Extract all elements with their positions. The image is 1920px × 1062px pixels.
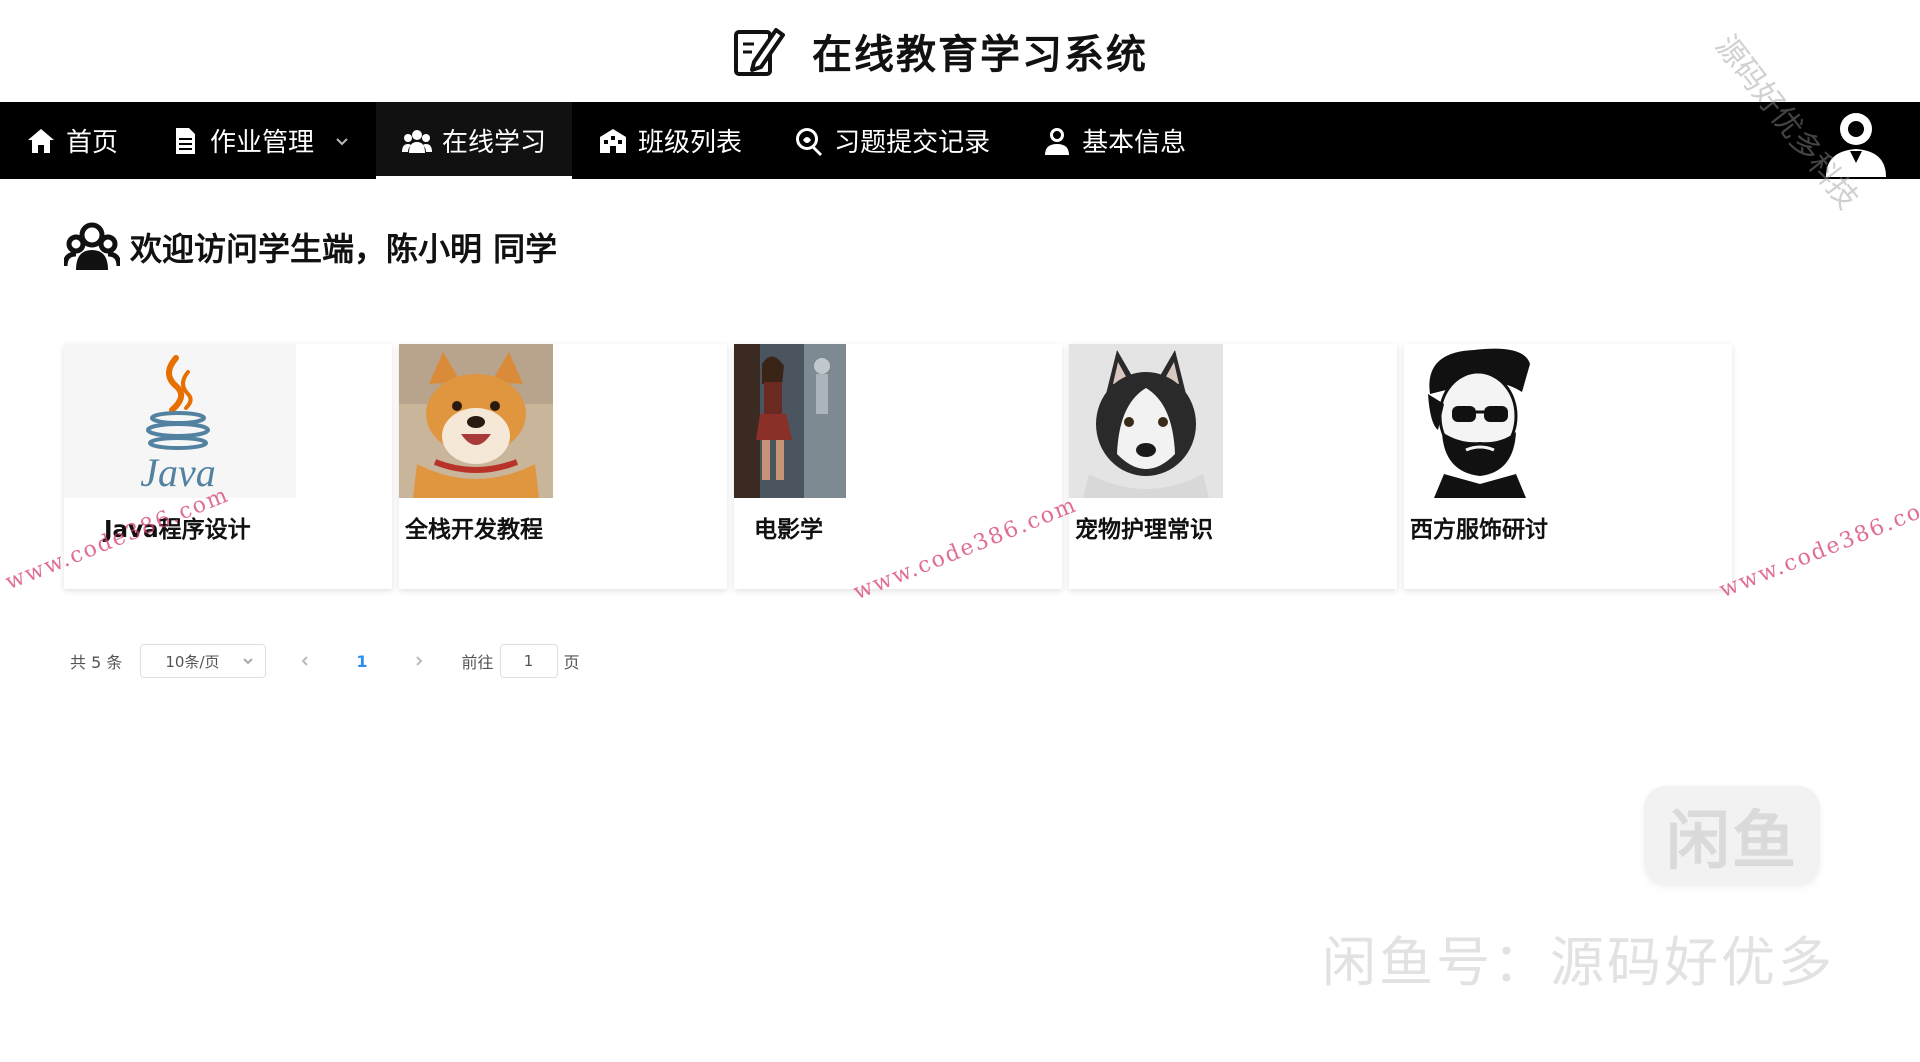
page-number-current[interactable]: 1	[356, 652, 367, 671]
course-card[interactable]: 全栈开发教程	[399, 344, 727, 589]
nav-label: 在线学习	[442, 128, 547, 158]
java-logo: Java	[64, 344, 296, 498]
prev-page-icon[interactable]	[298, 654, 312, 668]
goto-page-input[interactable]	[499, 644, 558, 678]
document-icon	[176, 127, 196, 154]
course-card[interactable]: 西方服饰研讨	[1404, 344, 1732, 589]
page-size-select[interactable]: 10条/页	[140, 644, 267, 678]
shiba-dog-photo	[399, 344, 553, 498]
nav-item-homework[interactable]: 作业管理	[144, 102, 376, 179]
site-watermark: www.code386.com	[1716, 490, 1920, 604]
logo: 在线教育学习系统	[732, 22, 1148, 80]
users-group-icon	[402, 129, 433, 153]
total-count: 共 5 条	[70, 653, 123, 672]
course-title: 电影学	[754, 517, 823, 543]
nav-item-basic-info[interactable]: 基本信息	[1016, 102, 1212, 179]
nav-label: 作业管理	[210, 128, 315, 158]
movie-poster-photo	[734, 344, 846, 498]
nav-label: 习题提交记录	[834, 128, 991, 158]
chevron-down-icon	[336, 137, 348, 145]
chevron-down-icon	[243, 658, 254, 665]
nav-item-class-list[interactable]: 班级列表	[572, 102, 768, 179]
user-icon	[1045, 127, 1070, 155]
page-size-value: 10条/页	[165, 652, 220, 671]
course-title: 西方服饰研讨	[1410, 517, 1548, 543]
pagination: 共 5 条 10条/页 1 前往 页	[70, 643, 580, 679]
husky-dog-photo	[1069, 344, 1223, 498]
xianyu-badge: 闲鱼	[1644, 786, 1820, 886]
nav-label: 班级列表	[638, 128, 743, 158]
home-icon	[28, 128, 54, 153]
search-record-icon	[796, 127, 823, 156]
course-list: Java Java程序设计 全栈开发教程 电影学 宠物护理常识 西方服饰研讨	[64, 344, 1732, 589]
users-group-icon	[64, 222, 120, 270]
page-suffix: 页	[563, 653, 580, 672]
welcome-banner: 欢迎访问学生端，陈小明 同学	[64, 222, 557, 272]
nav-label: 基本信息	[1082, 128, 1187, 158]
welcome-text: 欢迎访问学生端，陈小明 同学	[130, 230, 558, 268]
course-title: 宠物护理常识	[1075, 517, 1213, 543]
nav-item-home[interactable]: 首页	[0, 102, 144, 179]
badge-text: 闲鱼	[1666, 805, 1798, 879]
next-page-icon[interactable]	[412, 654, 426, 668]
site-title: 在线教育学习系统	[812, 32, 1148, 78]
course-card[interactable]: 宠物护理常识	[1069, 344, 1397, 589]
nav-item-online-learning[interactable]: 在线学习	[376, 102, 573, 179]
svg-text:Java: Java	[140, 450, 216, 495]
bearded-man-illustration	[1404, 344, 1558, 498]
course-card[interactable]: 电影学	[734, 344, 1062, 589]
main-nav: 首页 作业管理 在线学习 班级列表 习题提交记录 基本信息	[0, 102, 1920, 179]
nav-item-submission-records[interactable]: 习题提交记录	[768, 102, 1016, 179]
bottom-watermark: 闲鱼号：源码好优多	[1322, 931, 1835, 994]
course-title: 全栈开发教程	[405, 517, 543, 543]
goto-label: 前往	[461, 653, 494, 672]
pen-edit-icon	[734, 28, 785, 76]
nav-label: 首页	[66, 128, 119, 158]
school-icon	[600, 128, 627, 153]
header: 在线教育学习系统	[0, 0, 1920, 102]
